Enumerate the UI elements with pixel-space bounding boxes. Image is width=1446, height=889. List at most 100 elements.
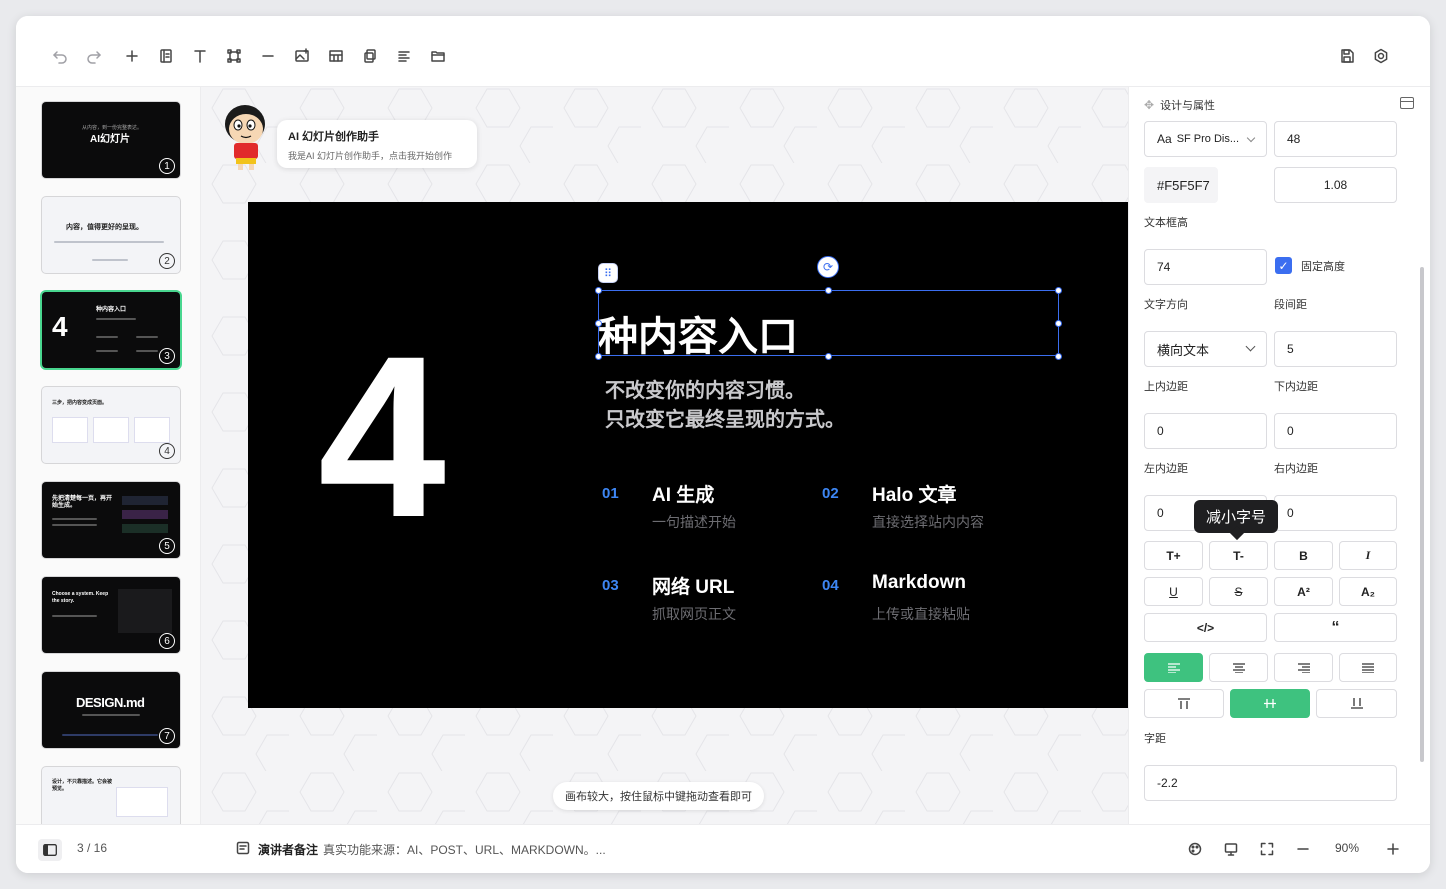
align-center-button[interactable]	[1209, 653, 1268, 682]
code-button[interactable]: </>	[1144, 613, 1267, 642]
valign-top-button[interactable]	[1144, 689, 1224, 718]
slide-big-number[interactable]: 4	[318, 322, 446, 552]
superscript-button[interactable]: A²	[1274, 577, 1333, 606]
folder-icon[interactable]	[428, 46, 448, 66]
assistant-bubble[interactable]: AI 幻灯片创作助手 我是AI 幻灯片创作助手，点击我开始创作	[277, 120, 477, 168]
zoom-out-icon[interactable]	[1294, 840, 1312, 858]
decrease-font-button[interactable]: T-	[1209, 541, 1268, 570]
feature-desc[interactable]: 上传或直接粘贴	[872, 604, 970, 624]
duplicate-icon[interactable]	[360, 46, 380, 66]
page-indicator: 3 / 16	[77, 841, 108, 855]
font-family-select[interactable]: Aa SF Pro Dis...	[1144, 121, 1267, 157]
rotate-handle-icon[interactable]: ⟳	[817, 256, 839, 278]
thumbnail-slide-5[interactable]: 先把清楚每一页，再开始生成。 5	[42, 482, 180, 558]
add-page-icon[interactable]	[156, 46, 176, 66]
text-direction-label: 文字方向	[1144, 299, 1188, 311]
add-icon[interactable]	[122, 46, 142, 66]
thumbnail-slide-4[interactable]: 三步，把内容变成页面。 4	[42, 387, 180, 463]
slide-subtitle-line-2: 只改变它最终呈现的方式。	[605, 409, 845, 431]
feature-title[interactable]: Halo 文章	[872, 480, 956, 507]
table-icon[interactable]	[326, 46, 346, 66]
thumb-number: 5	[159, 538, 175, 554]
speaker-notes-label[interactable]: 演讲者备注	[258, 841, 318, 858]
resize-handle-left[interactable]	[595, 320, 602, 327]
image-icon[interactable]	[292, 46, 312, 66]
text-color-swatch[interactable]: #F5F5F7	[1144, 167, 1218, 203]
bold-button[interactable]: B	[1274, 541, 1333, 570]
zoom-in-icon[interactable]	[1384, 840, 1402, 858]
thumbnail-slide-7[interactable]: DESIGN.md 7	[42, 672, 180, 748]
text-direction-select[interactable]: 横向文本	[1144, 331, 1267, 367]
thumbnail-slide-2[interactable]: 内容，值得更好的呈现。 2	[42, 197, 180, 273]
padding-top-input[interactable]: 0	[1144, 413, 1267, 449]
feature-number[interactable]: 02	[822, 485, 839, 502]
box-height-input[interactable]: 74	[1144, 249, 1267, 285]
thumbnail-slide-3[interactable]: 4 种内容入口 3	[42, 292, 180, 368]
toggle-sidebar-icon[interactable]	[38, 839, 62, 861]
speaker-notes-text[interactable]: 真实功能来源：AI、POST、URL、MARKDOWN。...	[323, 841, 606, 858]
resize-handle-top[interactable]	[825, 287, 832, 294]
palette-icon[interactable]	[1186, 840, 1204, 858]
quote-button[interactable]: “	[1274, 613, 1397, 642]
italic-button[interactable]: I	[1339, 541, 1397, 570]
resize-handle-bottom[interactable]	[825, 353, 832, 360]
font-size-input[interactable]: 48	[1274, 121, 1397, 157]
subscript-button[interactable]: A₂	[1339, 577, 1397, 606]
padding-right-input[interactable]: 0	[1274, 495, 1397, 531]
thumbnail-slide-6[interactable]: Choose a system. Keep the story. 6	[42, 577, 180, 653]
align-right-button[interactable]	[1274, 653, 1333, 682]
settings-icon[interactable]	[1371, 46, 1391, 66]
align-left-icon[interactable]	[394, 46, 414, 66]
feature-desc[interactable]: 一句描述开始	[652, 512, 736, 532]
padding-bottom-input[interactable]: 0	[1274, 413, 1397, 449]
resize-handle-tr[interactable]	[1055, 287, 1062, 294]
valign-bottom-button[interactable]	[1316, 689, 1397, 718]
app-window: 从内容，到一份完整表达。 AI幻灯片 1 内容，值得更好的呈现。 2 4 种内容…	[16, 16, 1430, 873]
panel-collapse-icon[interactable]	[1400, 97, 1414, 109]
undo-icon[interactable]	[50, 46, 70, 66]
resize-handle-bl[interactable]	[595, 353, 602, 360]
resize-handle-br[interactable]	[1055, 353, 1062, 360]
assistant-subtitle: 我是AI 幻灯片创作助手，点击我开始创作	[288, 151, 453, 161]
feature-title[interactable]: 网络 URL	[652, 572, 734, 599]
move-icon[interactable]: ✥	[1144, 98, 1154, 112]
text-icon[interactable]	[190, 46, 210, 66]
assistant-avatar[interactable]	[221, 102, 271, 174]
feature-number[interactable]: 03	[602, 577, 619, 594]
redo-icon[interactable]	[84, 46, 104, 66]
underline-button[interactable]: U	[1144, 577, 1203, 606]
slide-stage[interactable]: 4 种内容入口 ⟳ ⠿ 不改变你的内容习惯。 只改变它最终呈现的方式。 01 A…	[248, 202, 1128, 708]
shape-icon[interactable]	[224, 46, 244, 66]
fullscreen-icon[interactable]	[1258, 840, 1276, 858]
feature-desc[interactable]: 直接选择站内内容	[872, 512, 984, 532]
notes-icon[interactable]	[234, 839, 252, 857]
thumbnail-slide-1[interactable]: 从内容，到一份完整表达。 AI幻灯片 1	[42, 102, 180, 178]
strikethrough-button[interactable]: S	[1209, 577, 1268, 606]
panel-scrollbar[interactable]	[1420, 267, 1424, 762]
slide-subtitle[interactable]: 不改变你的内容习惯。 只改变它最终呈现的方式。	[605, 377, 845, 435]
valign-middle-button[interactable]	[1230, 689, 1310, 718]
divider-line-icon[interactable]	[258, 46, 278, 66]
paragraph-spacing-input[interactable]: 5	[1274, 331, 1397, 367]
feature-title[interactable]: Markdown	[872, 572, 966, 594]
resize-handle-tl[interactable]	[595, 287, 602, 294]
fixed-height-checkbox[interactable]: ✓	[1275, 257, 1292, 274]
feature-number[interactable]: 01	[602, 485, 619, 502]
save-icon[interactable]	[1337, 46, 1357, 66]
editor-canvas[interactable]: AI 幻灯片创作助手 我是AI 幻灯片创作助手，点击我开始创作 4 种内容入口 …	[201, 87, 1128, 824]
align-left-button[interactable]	[1144, 653, 1203, 682]
zoom-level[interactable]: 90%	[1335, 841, 1359, 855]
thumbnail-slide-8[interactable]: 设计，不只靠描述。它会被预览。	[42, 767, 180, 824]
resize-handle-right[interactable]	[1055, 320, 1062, 327]
align-justify-button[interactable]	[1339, 653, 1397, 682]
feature-desc[interactable]: 抓取网页正文	[652, 604, 736, 624]
selection-box[interactable]	[598, 290, 1059, 356]
canvas-hint: 画布较大，按住鼠标中键拖动查看即可	[553, 782, 764, 810]
line-height-input[interactable]: 1.08	[1274, 167, 1397, 203]
drag-handle-icon[interactable]: ⠿	[598, 263, 618, 283]
letter-spacing-input[interactable]: -2.2	[1144, 765, 1397, 801]
feature-title[interactable]: AI 生成	[652, 480, 714, 507]
present-icon[interactable]	[1222, 840, 1240, 858]
increase-font-button[interactable]: T+	[1144, 541, 1203, 570]
feature-number[interactable]: 04	[822, 577, 839, 594]
